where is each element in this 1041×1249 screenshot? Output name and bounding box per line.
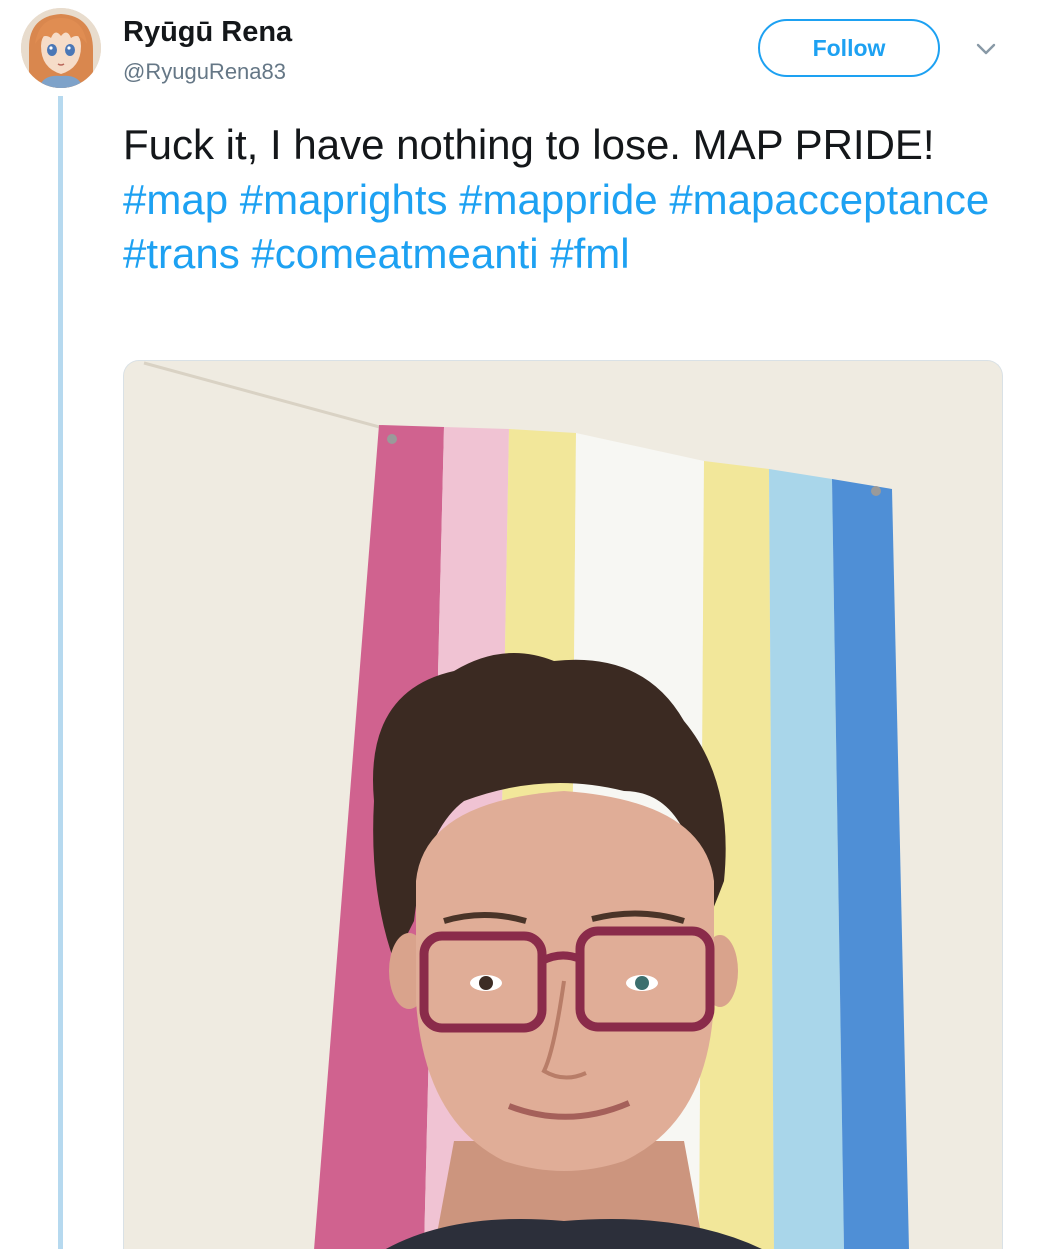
hashtag-link[interactable]: #map: [123, 176, 228, 223]
avatar[interactable]: [21, 8, 101, 88]
thread-line: [58, 96, 63, 1249]
follow-button[interactable]: Follow: [758, 19, 940, 77]
display-name[interactable]: Ryūgū Rena: [123, 16, 292, 49]
anime-avatar-icon: [21, 8, 101, 88]
tweet-photo[interactable]: [123, 360, 1003, 1249]
tweet-body-text: Fuck it, I have nothing to lose. MAP PRI…: [123, 121, 935, 168]
hashtag-link[interactable]: #mappride: [459, 176, 657, 223]
hashtag-link[interactable]: #mapacceptance: [669, 176, 989, 223]
tweet-text: Fuck it, I have nothing to lose. MAP PRI…: [123, 118, 1003, 282]
tweet-card: Ryūgū Rena @RyuguRena83 Follow Fuck it, …: [0, 0, 1041, 1249]
hashtag-link[interactable]: #fml: [550, 230, 629, 277]
user-handle[interactable]: @RyuguRena83: [123, 59, 286, 85]
chevron-down-icon[interactable]: [972, 38, 1000, 60]
hashtag-link[interactable]: #comeatmeanti: [251, 230, 538, 277]
hashtag-link[interactable]: #maprights: [240, 176, 448, 223]
selfie-with-flag-image: [124, 361, 1002, 1249]
hashtag-link[interactable]: #trans: [123, 230, 240, 277]
